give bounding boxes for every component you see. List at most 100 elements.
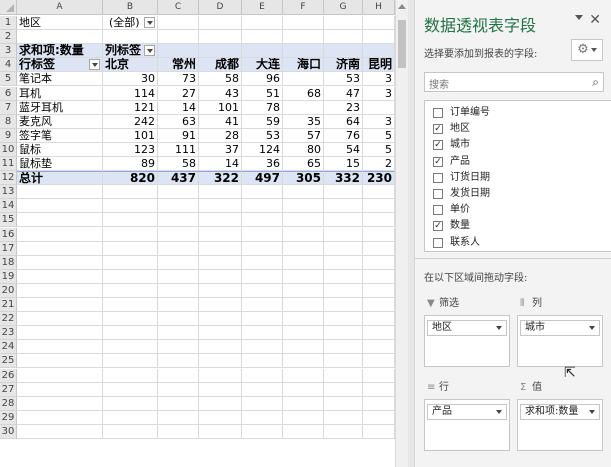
empty-cell[interactable] [283, 424, 324, 439]
empty-cell[interactable] [324, 227, 363, 242]
empty-cell[interactable] [17, 241, 103, 256]
row-header[interactable]: 25 [0, 354, 17, 369]
row-header[interactable]: 23 [0, 326, 17, 341]
empty-cell[interactable] [158, 326, 199, 341]
empty-cell[interactable] [363, 16, 395, 31]
field-item[interactable]: ✓ 数量 [425, 218, 470, 234]
empty-cell[interactable] [363, 185, 395, 200]
filter-area[interactable]: ▼ 筛选 地区 [424, 295, 510, 367]
empty-cell[interactable] [158, 354, 199, 369]
close-icon[interactable]: ✕ [589, 12, 601, 28]
chevron-down-icon[interactable] [496, 410, 502, 414]
empty-cell[interactable] [158, 340, 199, 355]
empty-cell[interactable] [324, 424, 363, 439]
value-cell[interactable]: 3 [363, 72, 395, 87]
empty-cell[interactable] [363, 382, 395, 397]
empty-cell[interactable] [158, 396, 199, 411]
tools-button[interactable]: ⚙ [571, 39, 603, 61]
empty-cell[interactable] [324, 410, 363, 425]
empty-cell[interactable] [363, 241, 395, 256]
value-cell[interactable]: 64 [324, 114, 363, 129]
value-cell[interactable]: 14 [158, 100, 199, 115]
row-header[interactable]: 12 [0, 171, 17, 186]
empty-cell[interactable] [199, 312, 242, 327]
empty-cell[interactable] [17, 255, 103, 270]
empty-cell[interactable] [283, 382, 324, 397]
total-value-cell[interactable]: 497 [242, 171, 283, 186]
empty-cell[interactable] [242, 340, 283, 355]
empty-cell[interactable] [242, 30, 283, 45]
empty-cell[interactable] [363, 396, 395, 411]
empty-cell[interactable] [17, 298, 103, 313]
empty-cell[interactable] [199, 424, 242, 439]
value-cell[interactable]: 41 [199, 114, 242, 129]
checkbox-icon[interactable] [433, 237, 443, 248]
chevron-down-icon[interactable] [589, 326, 595, 330]
field-item[interactable]: 订单编号 [425, 105, 490, 121]
empty-cell[interactable] [103, 298, 158, 313]
row-header[interactable]: 21 [0, 298, 17, 313]
row-header[interactable]: 18 [0, 255, 17, 270]
row-header[interactable]: 5 [0, 72, 17, 87]
checkbox-checked-icon[interactable]: ✓ [433, 221, 443, 232]
empty-cell[interactable] [103, 396, 158, 411]
empty-cell[interactable] [158, 199, 199, 214]
columns-field-pill[interactable]: 城市 [520, 320, 600, 336]
empty-cell[interactable] [242, 213, 283, 228]
empty-cell[interactable] [103, 368, 158, 383]
empty-cell[interactable] [242, 410, 283, 425]
empty-cell[interactable] [242, 16, 283, 31]
empty-cell[interactable] [103, 354, 158, 369]
value-cell[interactable]: 63 [158, 114, 199, 129]
chevron-down-icon[interactable] [589, 410, 595, 414]
empty-cell[interactable] [283, 199, 324, 214]
empty-cell[interactable] [158, 298, 199, 313]
empty-cell[interactable] [242, 312, 283, 327]
empty-cell[interactable] [324, 30, 363, 45]
value-cell[interactable]: 76 [324, 128, 363, 143]
empty-cell[interactable] [283, 185, 324, 200]
value-cell[interactable]: 68 [283, 86, 324, 101]
empty-cell[interactable] [363, 410, 395, 425]
row-header[interactable]: 13 [0, 185, 17, 200]
total-value-cell[interactable]: 820 [103, 171, 158, 186]
value-cell[interactable]: 53 [242, 128, 283, 143]
header-cell[interactable] [363, 44, 395, 59]
value-cell[interactable]: 51 [242, 86, 283, 101]
value-cell[interactable]: 59 [242, 114, 283, 129]
empty-cell[interactable] [283, 368, 324, 383]
spreadsheet-grid[interactable]: ABCDEFGH 1 2 3 4 5 6 7 8 9 10 11 12 13 14 15 16 17 18 19 20… [0, 0, 408, 467]
filter-label-cell[interactable]: 地区 [17, 16, 103, 31]
values-area[interactable]: Σ值 求和项:数量 [517, 379, 603, 451]
chevron-down-icon[interactable] [496, 326, 502, 330]
columns-area[interactable]: ⦀ 列 城市 [517, 295, 603, 367]
empty-cell[interactable] [17, 410, 103, 425]
field-item[interactable]: 单价 [425, 202, 470, 218]
field-item[interactable]: ✓ 地区 [425, 121, 470, 137]
empty-cell[interactable] [324, 382, 363, 397]
empty-cell[interactable] [242, 382, 283, 397]
product-cell[interactable]: 鼠标垫 [17, 157, 103, 172]
empty-cell[interactable] [158, 283, 199, 298]
empty-cell[interactable] [103, 382, 158, 397]
total-label-cell[interactable]: 总计 [17, 171, 103, 186]
empty-cell[interactable] [158, 16, 199, 31]
checkbox-icon[interactable] [433, 108, 443, 118]
empty-cell[interactable] [363, 30, 395, 45]
empty-cell[interactable] [17, 354, 103, 369]
header-cell[interactable] [158, 44, 199, 59]
empty-cell[interactable] [242, 424, 283, 439]
total-value-cell[interactable]: 332 [324, 171, 363, 186]
empty-cell[interactable] [17, 227, 103, 242]
empty-cell[interactable] [199, 241, 242, 256]
value-cell[interactable]: 101 [103, 128, 158, 143]
empty-cell[interactable] [158, 312, 199, 327]
row-header[interactable]: 22 [0, 312, 17, 327]
rows-area[interactable]: ≡ 行 产品 [424, 379, 510, 451]
value-cell[interactable]: 124 [242, 142, 283, 157]
empty-cell[interactable] [363, 227, 395, 242]
row-header[interactable]: 29 [0, 410, 17, 425]
value-cell[interactable]: 47 [324, 86, 363, 101]
empty-cell[interactable] [103, 30, 158, 45]
empty-cell[interactable] [158, 241, 199, 256]
